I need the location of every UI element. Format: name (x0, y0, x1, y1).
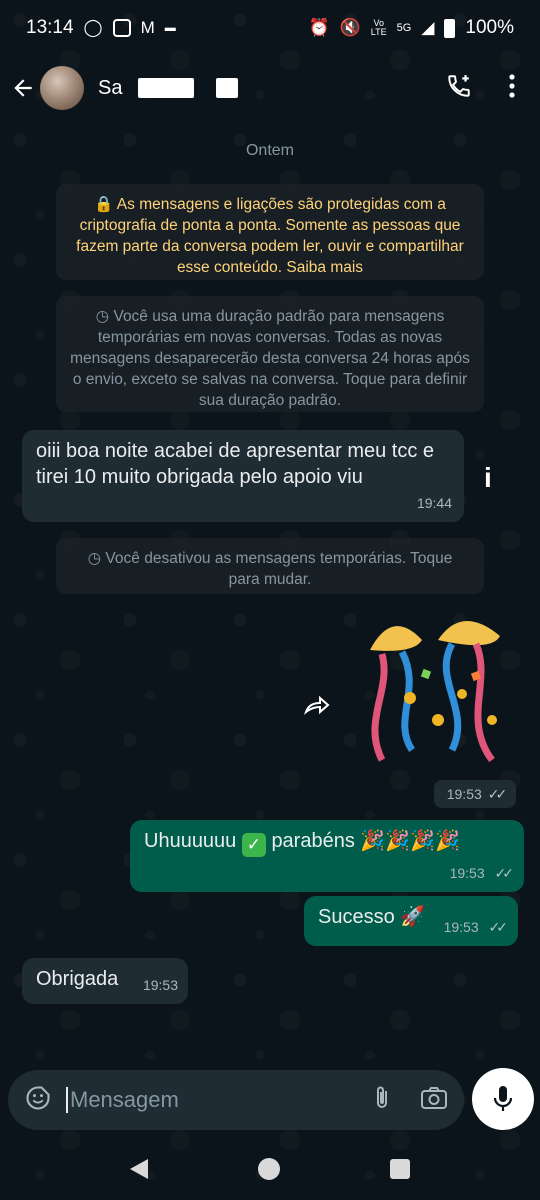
message-composer: Mensagem (8, 1070, 464, 1130)
camera-svg (421, 1086, 447, 1109)
system-nav-bar (0, 1138, 540, 1200)
volte-icon: Vo LTE (370, 18, 387, 37)
message-time: 19:53 (142, 977, 178, 993)
status-time: 13:14 (26, 17, 74, 38)
sticker-svg (370, 620, 500, 763)
sticker-timestamp: 19:53 ✓✓ (434, 780, 516, 808)
nav-back-icon[interactable] (130, 1159, 148, 1179)
message-incoming-1[interactable]: oiii boa noite acabei de apresentar meu … (22, 430, 464, 522)
battery-percent: 100% (465, 17, 514, 38)
message-time: 19:53 (449, 865, 485, 881)
message-time: 19:44 (416, 495, 452, 511)
composer-icons (370, 1084, 448, 1117)
message-outgoing-2[interactable]: Sucesso 🚀 19:53 ✓✓ (304, 896, 518, 946)
gmail-icon: M (140, 18, 155, 37)
status-right: ⏰ 🔇 Vo LTE 5G ◢ 100% (308, 17, 514, 39)
message-text: oiii boa noite acabei de apresentar meu … (36, 440, 435, 488)
redacted-status-block (216, 78, 239, 98)
add-call-icon[interactable] (446, 73, 472, 104)
rocket-emoji-icon: 🚀 (400, 906, 426, 928)
read-receipt-icon: ✓✓ (487, 785, 508, 802)
read-receipt-icon: ✓✓ (494, 865, 515, 881)
chat-header: Sa (0, 56, 540, 120)
check-mark-emoji-icon: ✓ (241, 833, 266, 857)
signal-icon: ◢ (421, 18, 435, 37)
add-call-svg (448, 74, 470, 97)
microphone-button[interactable] (472, 1068, 534, 1130)
alarm-icon: ⏰ (308, 18, 330, 37)
app-icon: ▬ (164, 22, 176, 34)
contact-info[interactable]: Sa (98, 76, 239, 100)
microphone-icon (493, 1086, 513, 1111)
battery-icon (444, 18, 456, 38)
forward-icon[interactable] (302, 694, 332, 725)
arrow-left-icon[interactable] (10, 75, 36, 101)
message-input[interactable]: Mensagem (66, 1087, 370, 1113)
info-icon[interactable]: i (484, 462, 492, 494)
network-type: 5G (396, 22, 412, 34)
message-time: 19:53 (446, 786, 482, 802)
nav-recents-icon[interactable] (390, 1159, 410, 1179)
encryption-notice[interactable]: 🔒 As mensagens e ligações são protegidas… (56, 184, 484, 280)
header-actions (446, 73, 530, 104)
date-divider: Ontem (245, 142, 294, 159)
message-time-wrap: 19:53 ✓✓ (449, 860, 515, 886)
mute-icon: 🔇 (339, 18, 361, 37)
contact-avatar[interactable] (40, 66, 84, 110)
back-arrow-svg (14, 79, 32, 97)
message-outgoing-1[interactable]: Uhuuuuuu ✓ parabéns 🎉🎉🎉🎉 19:53 ✓✓ (130, 820, 524, 892)
nav-home-icon[interactable] (258, 1158, 280, 1180)
message-text-after: parabéns (271, 830, 355, 852)
chat-area[interactable]: Ontem 🔒 As mensagens e ligações são prot… (0, 120, 540, 1060)
whatsapp-icon: ◯ (83, 18, 103, 37)
status-bar: 13:14 ◯ M ▬ ⏰ 🔇 Vo LTE 5G ◢ 100% (0, 0, 540, 56)
paperclip-svg (377, 1086, 387, 1108)
more-vertical-icon[interactable] (508, 73, 516, 104)
message-incoming-2[interactable]: Obrigada 19:53 (22, 958, 188, 1004)
message-time-wrap: 19:53 ✓✓ (443, 914, 509, 940)
temporary-messages-notice[interactable]: ◷ Você usa uma duração padrão para mensa… (56, 296, 484, 412)
contact-name: Sa (98, 76, 123, 99)
attach-icon[interactable] (370, 1084, 394, 1117)
forward-svg (303, 695, 330, 715)
party-jellyfish-sticker[interactable] (352, 610, 522, 770)
message-text: Sucesso (318, 906, 395, 928)
message-time: 19:53 (443, 919, 479, 935)
sticker-icon[interactable] (24, 1084, 52, 1117)
redacted-name-block (138, 78, 195, 98)
app-notification-icon (112, 19, 131, 37)
temporary-messages-off-notice[interactable]: ◷ Você desativou as mensagens temporária… (56, 538, 484, 594)
status-left: 13:14 ◯ M ▬ (26, 17, 176, 39)
message-text: Uhuuuuuu (144, 830, 237, 852)
sticker-svg-icon (26, 1085, 50, 1110)
camera-icon[interactable] (420, 1085, 448, 1116)
more-vertical-svg (509, 73, 515, 98)
party-popper-emoji-icon: 🎉🎉🎉🎉 (360, 830, 461, 852)
message-text: Obrigada (36, 968, 119, 990)
read-receipt-icon: ✓✓ (488, 919, 509, 935)
